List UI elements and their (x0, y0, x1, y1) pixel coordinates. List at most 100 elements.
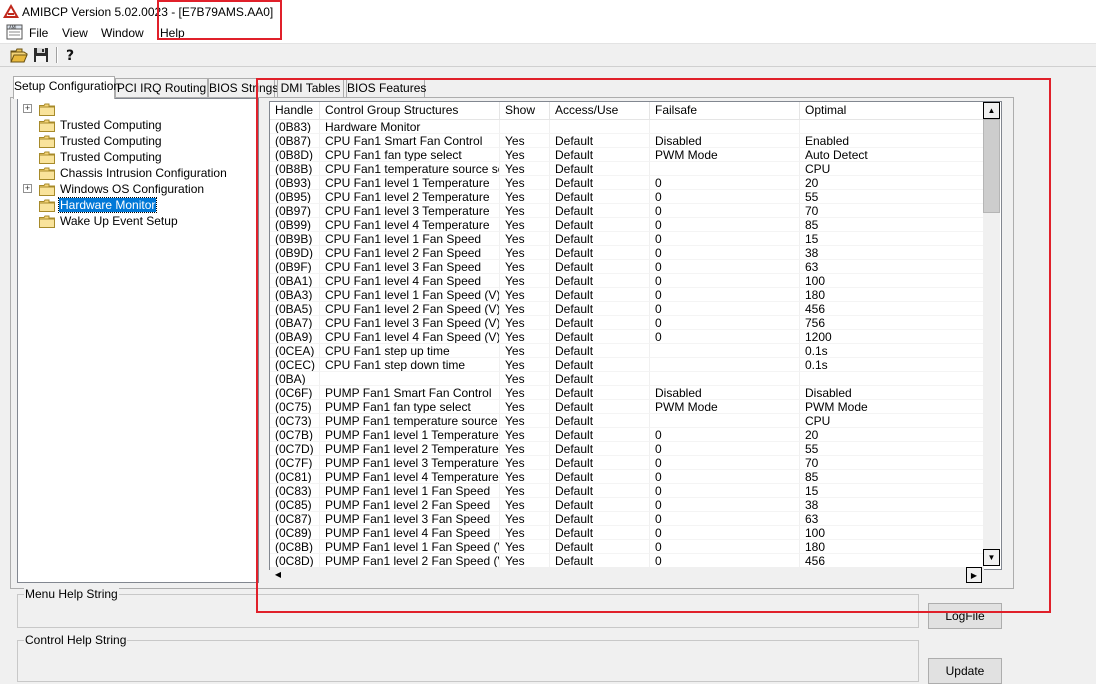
scroll-up-button[interactable]: ▲ (983, 102, 1000, 119)
table-row[interactable]: (0B9D) CPU Fan1 level 2 Fan Speed Yes Defau… (270, 246, 984, 260)
column-header[interactable]: Failsafe (650, 102, 800, 119)
scroll-left-button[interactable]: ◀ (270, 567, 286, 583)
table-cell: Yes (500, 246, 550, 260)
tab-pci-irq-routing[interactable]: PCI IRQ Routing (115, 78, 208, 98)
folder-icon (39, 167, 55, 180)
table-cell: Default (550, 344, 650, 358)
control-group-grid[interactable]: Handle Control Group Structures Show Access… (269, 101, 1002, 570)
table-cell: 100 (800, 274, 984, 288)
table-cell: Yes (500, 232, 550, 246)
column-header[interactable]: Show (500, 102, 550, 119)
tab-bios-features[interactable]: BIOS Features (346, 78, 426, 98)
document-icon[interactable]: AMI (6, 24, 24, 41)
table-row[interactable]: (0C6F) PUMP Fan1 Smart Fan Control Yes Defa… (270, 386, 984, 400)
update-button[interactable]: Update (928, 658, 1002, 684)
table-cell: 38 (800, 498, 984, 512)
table-row[interactable]: (0BA) Yes Default (270, 372, 984, 386)
table-cell: Default (550, 358, 650, 372)
table-cell: CPU Fan1 level 1 Temperature (320, 176, 500, 190)
setup-tree[interactable]: + Trusted Computing Trusted Computing Trust… (17, 98, 259, 583)
table-row[interactable]: (0B83) Hardware Monitor (270, 120, 984, 134)
table-row[interactable]: (0C8B) PUMP Fan1 level 1 Fan Speed (V) Yes… (270, 540, 984, 554)
table-cell: Default (550, 330, 650, 344)
table-row[interactable]: (0C81) PUMP Fan1 level 4 Temperature Yes De… (270, 470, 984, 484)
table-row[interactable]: (0B99) CPU Fan1 level 4 Temperature Yes Def… (270, 218, 984, 232)
menu-view[interactable]: View (62, 26, 88, 40)
menu-window[interactable]: Window (101, 26, 144, 40)
tree-item-label: Windows OS Configuration (60, 182, 205, 196)
table-cell: CPU Fan1 level 1 Fan Speed (320, 232, 500, 246)
table-cell: (0C81) (270, 470, 320, 484)
grid-vertical-scrollbar[interactable]: ▲ ▼ (983, 102, 1000, 566)
table-row[interactable]: (0B8D) CPU Fan1 fan type select Yes Default… (270, 148, 984, 162)
table-row[interactable]: (0C83) PUMP Fan1 level 1 Fan Speed Yes Defa… (270, 484, 984, 498)
app-logo-icon (3, 4, 19, 18)
table-row[interactable]: (0B93) CPU Fan1 level 1 Temperature Yes Def… (270, 176, 984, 190)
table-cell: PUMP Fan1 level 1 Temperature (320, 428, 500, 442)
column-header[interactable]: Control Group Structures (320, 102, 500, 119)
column-header[interactable]: Handle (270, 102, 320, 119)
open-folder-icon[interactable] (10, 46, 28, 64)
table-row[interactable]: (0C89) PUMP Fan1 level 4 Fan Speed Yes Defa… (270, 526, 984, 540)
grid-horizontal-scrollbar[interactable]: ◀ ▶ (270, 567, 984, 583)
table-cell: PUMP Fan1 level 2 Fan Speed (320, 498, 500, 512)
table-row[interactable]: (0C75) PUMP Fan1 fan type select Yes Defaul… (270, 400, 984, 414)
table-row[interactable]: (0B95) CPU Fan1 level 2 Temperature Yes Def… (270, 190, 984, 204)
table-cell: CPU Fan1 temperature source sel... (320, 162, 500, 176)
table-cell: 0 (650, 512, 800, 526)
column-header[interactable]: Optimal (800, 102, 984, 119)
table-row[interactable]: (0BA1) CPU Fan1 level 4 Fan Speed Yes Defau… (270, 274, 984, 288)
scroll-down-button[interactable]: ▼ (983, 549, 1000, 566)
menu-file[interactable]: File (29, 26, 48, 40)
menu-help[interactable]: Help (160, 26, 185, 40)
table-row[interactable]: (0B87) CPU Fan1 Smart Fan Control Yes Defau… (270, 134, 984, 148)
table-cell: Default (550, 372, 650, 386)
table-cell: Default (550, 204, 650, 218)
scroll-thumb[interactable] (983, 119, 1000, 213)
save-disk-icon[interactable] (32, 46, 50, 64)
table-cell: Yes (500, 372, 550, 386)
table-cell: PUMP Fan1 level 4 Temperature (320, 470, 500, 484)
table-row[interactable]: (0C8D) PUMP Fan1 level 2 Fan Speed (V) Yes… (270, 554, 984, 568)
table-row[interactable]: (0C73) PUMP Fan1 temperature source ... Ye… (270, 414, 984, 428)
table-cell: (0B8D) (270, 148, 320, 162)
help-icon[interactable]: ? (61, 46, 79, 64)
table-row[interactable]: (0B97) CPU Fan1 level 3 Temperature Yes Def… (270, 204, 984, 218)
scroll-right-button[interactable]: ▶ (966, 567, 982, 583)
table-cell: CPU Fan1 fan type select (320, 148, 500, 162)
table-row[interactable]: (0C7B) PUMP Fan1 level 1 Temperature Yes De… (270, 428, 984, 442)
table-row[interactable]: (0BA9) CPU Fan1 level 4 Fan Speed (V) Yes D… (270, 330, 984, 344)
tab-setup-configuration[interactable]: Setup Configuration (13, 76, 120, 99)
table-row[interactable]: (0BA3) CPU Fan1 level 1 Fan Speed (V) Yes D… (270, 288, 984, 302)
table-row[interactable]: (0BA7) CPU Fan1 level 3 Fan Speed (V) Yes D… (270, 316, 984, 330)
table-row[interactable]: (0C87) PUMP Fan1 level 3 Fan Speed Yes Defa… (270, 512, 984, 526)
table-cell (800, 372, 984, 386)
table-row[interactable]: (0B9B) CPU Fan1 level 1 Fan Speed Yes Defau… (270, 232, 984, 246)
table-cell: 15 (800, 232, 984, 246)
table-cell: Default (550, 442, 650, 456)
table-cell: Default (550, 190, 650, 204)
column-header[interactable]: Access/Use (550, 102, 650, 119)
tree-item-label: Trusted Computing (60, 134, 162, 148)
table-row[interactable]: (0C85) PUMP Fan1 level 2 Fan Speed Yes Defa… (270, 498, 984, 512)
logfile-button[interactable]: LogFile (928, 603, 1002, 629)
table-cell: CPU Fan1 step down time (320, 358, 500, 372)
table-row[interactable]: (0CEA) CPU Fan1 step up time Yes Default 0.1… (270, 344, 984, 358)
expand-toggle-icon[interactable]: + (23, 104, 32, 113)
table-cell: Default (550, 148, 650, 162)
tab-dmi-tables[interactable]: DMI Tables (277, 78, 344, 98)
table-cell: Yes (500, 526, 550, 540)
table-cell: 38 (800, 246, 984, 260)
table-cell: Yes (500, 190, 550, 204)
expand-toggle-icon[interactable]: + (23, 184, 32, 193)
table-cell: (0BA1) (270, 274, 320, 288)
table-row[interactable]: (0C7F) PUMP Fan1 level 3 Temperature Yes De… (270, 456, 984, 470)
table-cell: PWM Mode (800, 400, 984, 414)
table-row[interactable]: (0B9F) CPU Fan1 level 3 Fan Speed Yes Defau… (270, 260, 984, 274)
table-row[interactable]: (0BA5) CPU Fan1 level 2 Fan Speed (V) Yes D… (270, 302, 984, 316)
table-row[interactable]: (0CEC) CPU Fan1 step down time Yes Default 0… (270, 358, 984, 372)
tab-bios-strings[interactable]: BIOS Strings (208, 78, 278, 98)
svg-text:AMI: AMI (9, 25, 16, 30)
table-row[interactable]: (0B8B) CPU Fan1 temperature source sel...… (270, 162, 984, 176)
table-row[interactable]: (0C7D) PUMP Fan1 level 2 Temperature Yes De… (270, 442, 984, 456)
